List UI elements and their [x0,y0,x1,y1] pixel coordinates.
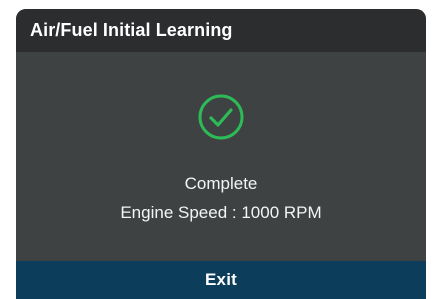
dialog-header: Air/Fuel Initial Learning [16,9,426,52]
dialog-title: Air/Fuel Initial Learning [30,20,233,40]
status-text: Complete [184,174,258,193]
exit-button-label: Exit [205,270,237,289]
check-circle-icon [198,94,244,140]
exit-button[interactable]: Exit [16,261,426,299]
dialog-body: Complete Engine Speed : 1000 RPM [16,52,426,262]
air-fuel-learning-dialog: Air/Fuel Initial Learning Complete Engin… [16,9,426,299]
engine-speed-text: Engine Speed : 1000 RPM [120,203,322,222]
